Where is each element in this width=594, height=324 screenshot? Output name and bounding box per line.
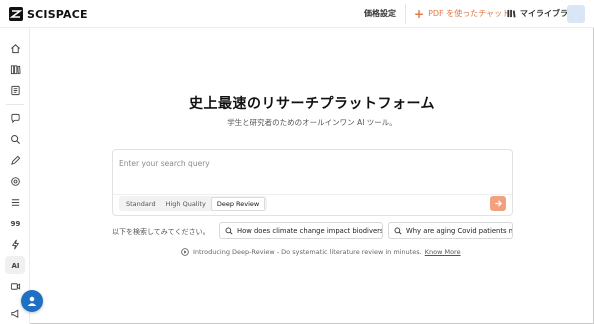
list-icon[interactable]: [9, 196, 22, 209]
scispace-logo-icon: [9, 7, 23, 21]
submit-search-button[interactable]: [490, 196, 506, 211]
chat-with-pdf-label: PDF を使ったチャット: [428, 9, 511, 18]
extract-icon[interactable]: [9, 175, 22, 188]
citation-icon[interactable]: 99: [9, 217, 22, 230]
home-icon[interactable]: [9, 42, 22, 55]
logo-text: SCISPACE: [27, 7, 88, 21]
search-mode-tabs: Standard High Quality Deep Review: [119, 196, 268, 211]
page-title: 史上最速のリサーチプラットフォーム: [188, 96, 436, 112]
ai-detector-icon[interactable]: AI: [9, 259, 22, 272]
video-icon[interactable]: [9, 280, 22, 293]
chat-with-pdf-link[interactable]: + PDF を使ったチャット: [414, 6, 511, 21]
play-circle-icon: [181, 248, 189, 256]
chat-icon[interactable]: [9, 112, 22, 125]
ai-detector-label: AI: [11, 261, 20, 270]
know-more-link[interactable]: Know More: [425, 248, 461, 256]
suggestion-text: How does climate change impact biodivers…: [237, 226, 383, 235]
suggestion-chip[interactable]: How does climate change impact biodivers…: [219, 222, 383, 239]
notebook-icon[interactable]: [9, 84, 22, 97]
search-input[interactable]: [119, 156, 499, 170]
my-library-link[interactable]: マイライブラリ: [507, 8, 576, 19]
megaphone-icon[interactable]: [9, 307, 22, 320]
mode-deep-review-tab[interactable]: Deep Review: [210, 196, 266, 211]
plus-icon: +: [414, 6, 425, 21]
mode-standard-tab[interactable]: Standard: [121, 198, 161, 210]
pricing-link[interactable]: 価格設定: [364, 8, 396, 19]
sidebar: 99 AI: [0, 28, 30, 324]
logo[interactable]: SCISPACE: [9, 7, 88, 21]
search-icon: [394, 227, 402, 235]
library-icon: [507, 9, 516, 18]
sidebar-divider: [6, 104, 24, 105]
suggestions-label: 以下を検索してみてください。: [112, 228, 210, 236]
top-header: SCISPACE 価格設定 + PDF を使ったチャット マイライブラリ: [0, 0, 594, 28]
deep-review-intro: Introducing Deep-Review - Do systematic …: [181, 248, 461, 256]
flash-icon[interactable]: [9, 238, 22, 251]
suggestion-text: Why are aging Covid patients more: [406, 226, 512, 235]
header-divider: [405, 4, 406, 24]
pen-icon[interactable]: [9, 154, 22, 167]
mode-high-quality-tab[interactable]: High Quality: [161, 198, 211, 210]
arrow-right-icon: [494, 200, 502, 207]
user-avatar[interactable]: [567, 5, 585, 23]
search-box-divider: [113, 194, 512, 195]
search-icon: [225, 227, 233, 235]
citation-label: 99: [10, 219, 21, 228]
profile-fab-button[interactable]: [21, 290, 43, 312]
suggestion-chip[interactable]: Why are aging Covid patients more: [388, 222, 513, 239]
library-icon[interactable]: [9, 63, 22, 76]
user-icon: [27, 296, 37, 306]
intro-text: Introducing Deep-Review - Do systematic …: [193, 248, 422, 256]
page-subtitle: 学生と研究者のためのオールインワン AI ツール。: [227, 118, 397, 127]
literature-search-icon[interactable]: [9, 133, 22, 146]
